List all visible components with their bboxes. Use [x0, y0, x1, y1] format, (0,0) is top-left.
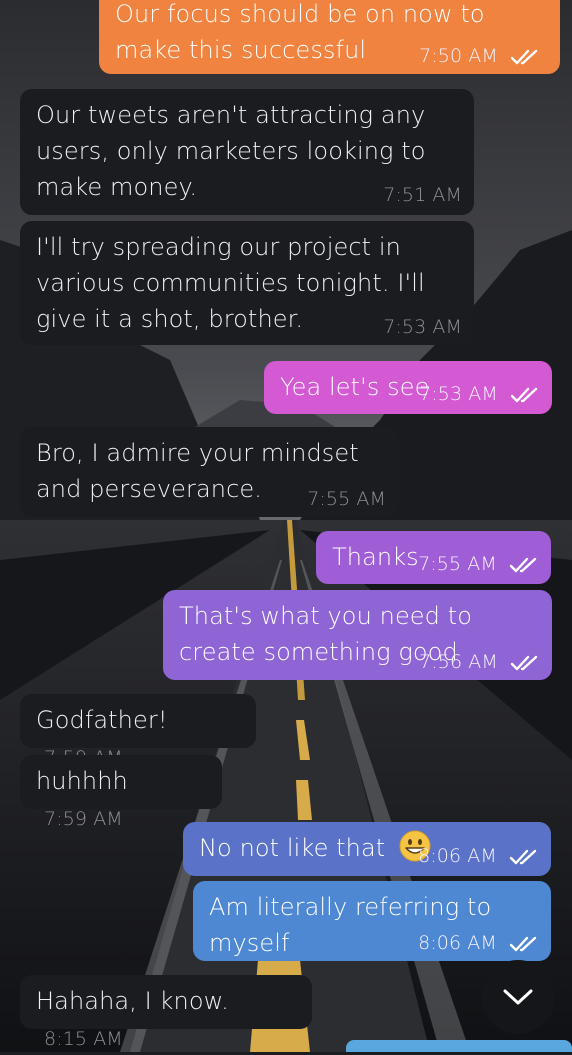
message-bubble-outgoing[interactable]: Yea let's see 7:53 AM: [264, 361, 552, 414]
message-text: huhhhh: [36, 767, 128, 795]
next-message-bubble-edge: [346, 1040, 572, 1052]
double-check-icon: [509, 557, 537, 572]
message-text: Hahaha, I know.: [36, 987, 229, 1015]
message-timestamp: 8:06 AM: [418, 846, 539, 866]
chevron-down-icon: [503, 989, 533, 1005]
message-bubble-incoming[interactable]: Hahaha, I know. 8:15 AM: [20, 975, 312, 1049]
double-check-icon: [510, 49, 538, 64]
message-text: Godfather!: [36, 706, 168, 734]
message-bubble-outgoing[interactable]: Our focus should be on now to make this …: [99, 0, 560, 74]
message-timestamp: 7:51 AM: [383, 184, 462, 206]
message-timestamp: 8:15 AM: [44, 1028, 123, 1050]
message-timestamp: 7:59 AM: [44, 808, 123, 830]
message-timestamp: 7:56 AM: [419, 652, 540, 672]
double-check-icon: [510, 387, 538, 402]
message-bubble-incoming[interactable]: I'll try spreading our project in variou…: [20, 221, 474, 345]
message-bubble-outgoing[interactable]: No not like that 8:06 AM: [183, 822, 551, 876]
double-check-icon: [510, 655, 538, 670]
message-bubble-outgoing[interactable]: Am literally referring to myself 8:06 AM: [193, 881, 551, 961]
message-bubble-incoming[interactable]: Godfather! 7:59 AM: [20, 694, 256, 768]
scroll-to-bottom-button[interactable]: [481, 960, 555, 1034]
double-check-icon: [509, 936, 537, 951]
message-timestamp: 8:06 AM: [418, 933, 539, 953]
message-timestamp: 7:50 AM: [419, 46, 540, 66]
message-timestamp: 7:53 AM: [419, 384, 540, 404]
message-timestamp: 7:55 AM: [418, 554, 539, 574]
message-bubble-incoming[interactable]: Bro, I admire your mindset and persevera…: [20, 427, 398, 517]
message-bubble-outgoing[interactable]: That's what you need to create something…: [163, 590, 552, 680]
double-check-icon: [509, 849, 537, 864]
message-bubble-incoming[interactable]: huhhhh 7:59 AM: [20, 755, 222, 829]
message-bubble-outgoing[interactable]: Thanks 7:55 AM: [316, 531, 551, 584]
message-timestamp: 7:53 AM: [383, 316, 462, 338]
message-timestamp: 7:55 AM: [307, 488, 386, 510]
message-text: No not like that: [199, 834, 386, 862]
message-bubble-incoming[interactable]: Our tweets aren't attracting any users, …: [20, 89, 474, 215]
